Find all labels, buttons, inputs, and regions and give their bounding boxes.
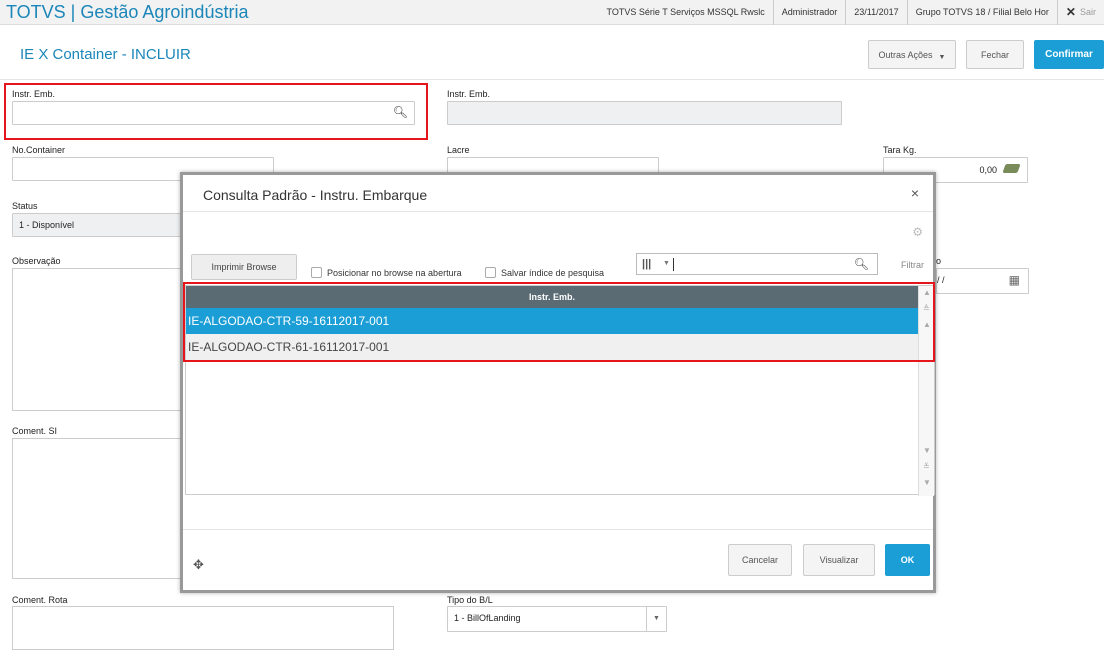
page-title: IE X Container - INCLUIR bbox=[20, 46, 191, 63]
status-label: Status bbox=[12, 201, 38, 211]
cancel-button[interactable]: Cancelar bbox=[728, 544, 792, 576]
date-input[interactable]: / / ▦ bbox=[936, 268, 1029, 294]
more-actions-label: Outras Ações bbox=[878, 49, 933, 60]
lookup-dialog: Consulta Padrão - Instru. Embarque × ⚙ I… bbox=[180, 172, 936, 593]
divider bbox=[183, 211, 933, 212]
checkbox-box[interactable] bbox=[311, 267, 322, 278]
chevron-down-icon: ▼ bbox=[938, 54, 946, 61]
divider bbox=[183, 529, 933, 530]
save-index-label: Salvar índice de pesquisa bbox=[501, 267, 605, 278]
app-title: TOTVS | Gestão Agroindústria bbox=[6, 2, 249, 22]
observacao-textarea[interactable] bbox=[12, 268, 182, 411]
gear-icon[interactable]: ⚙ bbox=[912, 225, 923, 239]
search-icon[interactable]: 🔍︎ bbox=[854, 257, 869, 271]
page-header: IE X Container - INCLUIR Outras Ações ▼ … bbox=[0, 26, 1104, 80]
instr-emb-desc-field bbox=[447, 101, 842, 125]
session-info: TOTVS Série T Serviços MSSQL Rwslc Admin… bbox=[599, 0, 1104, 25]
highlight-box bbox=[183, 282, 935, 362]
observacao-label: Observação bbox=[12, 256, 61, 266]
text-cursor bbox=[673, 258, 674, 271]
coment-rota-label: Coment. Rota bbox=[12, 595, 68, 605]
move-icon[interactable]: ✥ bbox=[193, 557, 204, 573]
coment-si-textarea[interactable] bbox=[12, 438, 182, 579]
search-input[interactable]: ||| ▼ 🔍︎ bbox=[636, 253, 878, 275]
tipo-bl-select[interactable]: 1 - BillOfLanding ▼ bbox=[447, 606, 667, 632]
top-bar: TOTVS | Gestão Agroindústria TOTVS Série… bbox=[0, 0, 1104, 25]
save-index-checkbox[interactable]: Salvar índice de pesquisa bbox=[485, 267, 604, 278]
status-select[interactable]: 1 - Disponível bbox=[12, 213, 182, 237]
tipo-bl-label: Tipo do B/L bbox=[447, 595, 493, 605]
more-actions-button[interactable]: Outras Ações ▼ bbox=[868, 40, 956, 69]
confirm-button[interactable]: Confirmar bbox=[1034, 40, 1104, 69]
chevron-down-icon[interactable]: ▼ bbox=[663, 260, 670, 267]
position-browse-checkbox[interactable]: Posicionar no browse na abertura bbox=[311, 267, 462, 278]
checkbox-box[interactable] bbox=[485, 267, 496, 278]
calendar-icon[interactable]: ▦ bbox=[1009, 273, 1020, 287]
scroll-down-icon[interactable]: ▼ bbox=[923, 478, 931, 487]
dialog-title: Consulta Padrão - Instru. Embarque bbox=[203, 187, 428, 203]
container-label: No.Container bbox=[12, 145, 66, 155]
close-button[interactable]: Fechar bbox=[966, 40, 1024, 69]
coment-rota-textarea[interactable] bbox=[12, 606, 394, 650]
tara-label: Tara Kg. bbox=[883, 145, 917, 155]
ok-button[interactable]: OK bbox=[885, 544, 930, 576]
close-icon: ✕ bbox=[1065, 5, 1076, 19]
server-name: TOTVS Série T Serviços MSSQL Rwslc bbox=[606, 7, 765, 17]
tipo-bl-value: 1 - BillOfLanding bbox=[454, 613, 521, 623]
filter-link[interactable]: Filtrar bbox=[901, 260, 924, 270]
coment-si-label: Coment. SI bbox=[12, 426, 58, 436]
date-value: / / bbox=[937, 275, 945, 285]
instr-emb-desc-label: Instr. Emb. bbox=[447, 89, 491, 99]
position-browse-label: Posicionar no browse na abertura bbox=[327, 267, 462, 278]
date-label: o bbox=[936, 256, 942, 266]
tara-value: 0,00 bbox=[979, 165, 997, 175]
highlight-box bbox=[4, 83, 428, 140]
scroll-down-icon[interactable]: ▼ bbox=[923, 446, 931, 455]
lacre-label: Lacre bbox=[447, 145, 470, 155]
print-browse-button[interactable]: Imprimir Browse bbox=[191, 254, 297, 280]
chevron-down-icon: ▼ bbox=[646, 607, 666, 631]
scroll-page-down-icon[interactable]: ≚ bbox=[923, 462, 930, 471]
exit-button[interactable]: ✕ Sair bbox=[1056, 0, 1104, 25]
user-name: Administrador bbox=[772, 0, 846, 25]
exit-label: Sair bbox=[1079, 7, 1096, 17]
close-icon[interactable]: × bbox=[911, 185, 919, 201]
money-icon[interactable] bbox=[1002, 164, 1021, 173]
columns-icon[interactable]: ||| bbox=[642, 258, 651, 270]
branch-name: Grupo TOTVS 18 / Filial Belo Hor bbox=[906, 0, 1057, 25]
view-button[interactable]: Visualizar bbox=[803, 544, 875, 576]
status-value: 1 - Disponível bbox=[19, 220, 75, 230]
session-date: 23/11/2017 bbox=[845, 0, 906, 25]
